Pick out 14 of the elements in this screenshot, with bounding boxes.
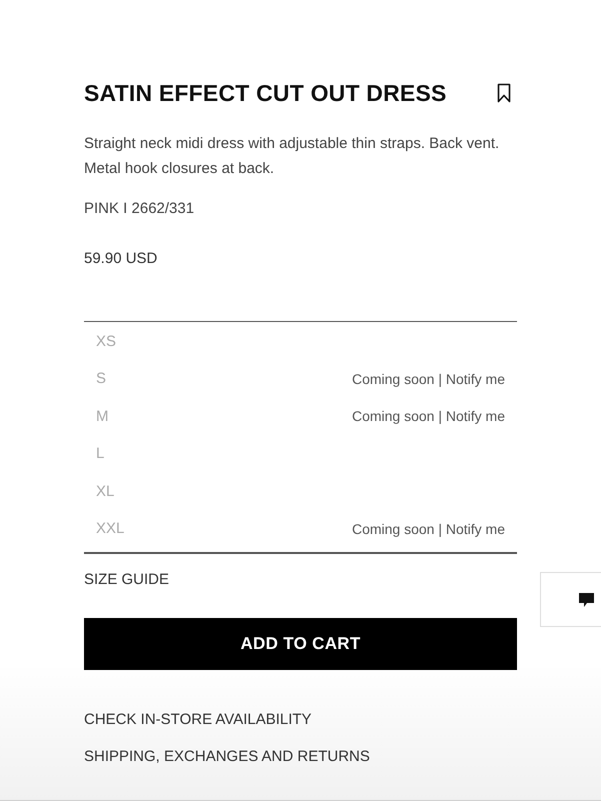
chat-icon [578, 591, 595, 608]
size-guide-link[interactable]: SIZE GUIDE [84, 570, 170, 590]
color-reference: PINK I 2662/331 [84, 199, 196, 219]
product-price: 59.90 USD [84, 249, 158, 269]
add-to-cart-button[interactable]: ADD TO CART [84, 618, 517, 670]
availability-text[interactable]: Coming soon | Notify me [352, 518, 505, 540]
info-link[interactable]: SHIPPING, EXCHANGES AND RETURNS [84, 747, 370, 767]
availability-text[interactable]: Coming soon | Notify me [352, 406, 505, 428]
availability-text[interactable]: Coming soon | Notify me [352, 368, 505, 390]
product-title: SATIN EFFECT CUT OUT DRESS [84, 78, 447, 108]
product-description: Straight neck midi dress with adjustable thin straps. Back vent. Metal hook closures at back. [84, 134, 500, 179]
bookmark-icon[interactable] [497, 83, 511, 103]
info-link[interactable]: CHECK IN-STORE AVAILABILITY [84, 710, 312, 730]
chat-button[interactable] [540, 572, 601, 627]
